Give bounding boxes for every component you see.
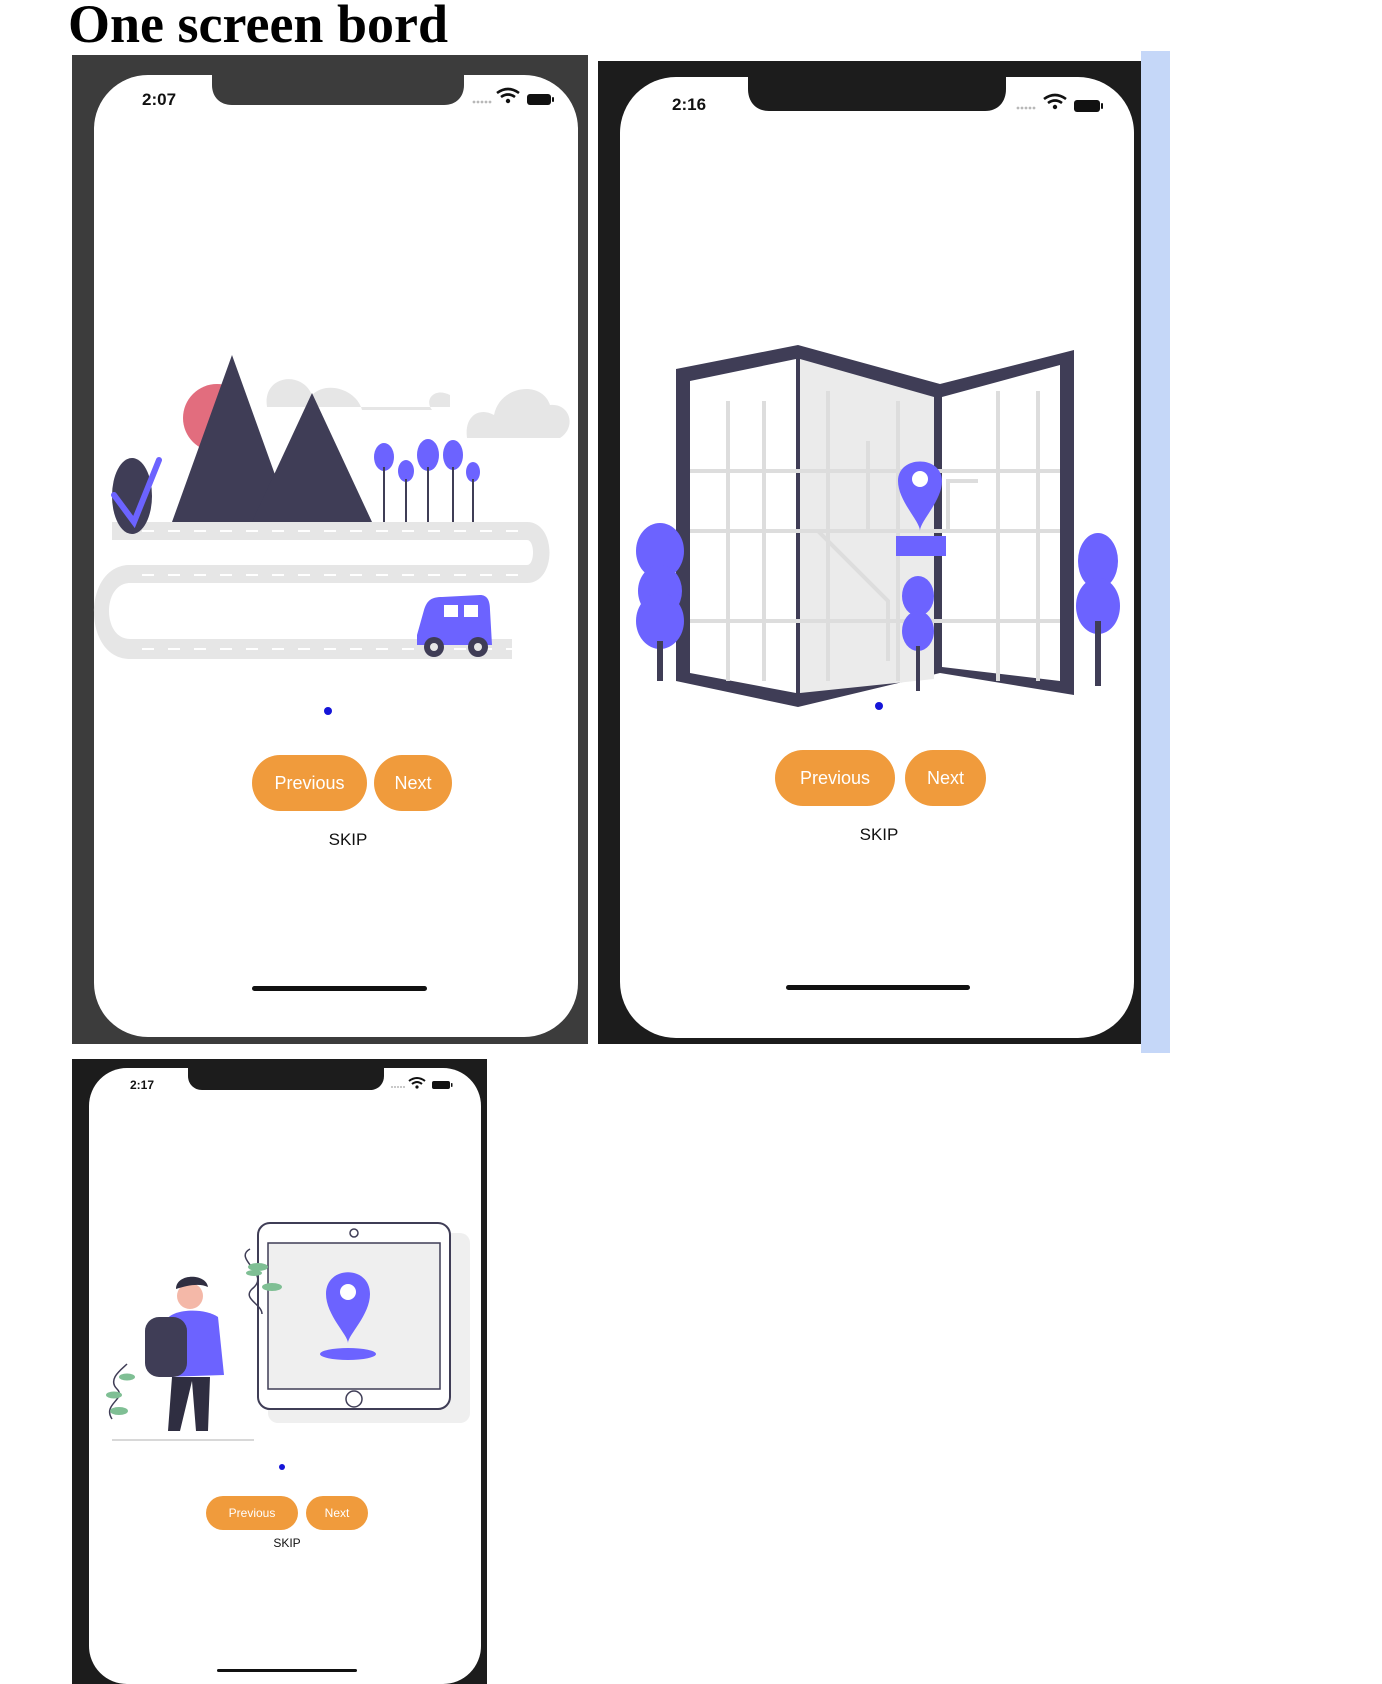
home-indicator (786, 985, 970, 990)
folded-map-pin-illustration (636, 345, 1120, 707)
side-strip (1141, 51, 1170, 1053)
previous-button[interactable]: Previous (206, 1496, 298, 1530)
skip-link[interactable]: SKIP (329, 830, 368, 849)
phone-frame-3: 2:17 Previous Next SKIP (72, 1059, 487, 1684)
battery-icon (527, 94, 554, 105)
next-button[interactable]: Next (306, 1496, 368, 1530)
phone-frame-1: 2:07 Previous Next SKIP (72, 55, 588, 1044)
next-button-label: Next (394, 773, 431, 793)
status-time: 2:17 (130, 1078, 154, 1092)
skip-link[interactable]: SKIP (860, 825, 899, 844)
previous-button-label: Previous (800, 768, 870, 788)
next-button[interactable]: Next (905, 750, 986, 806)
page-indicator-dot (324, 707, 332, 715)
page-indicator-dot (875, 702, 883, 710)
page-title: One screen bord (68, 0, 448, 54)
phone-frame-2: 2:16 Previous Next SKIP (598, 61, 1141, 1044)
screenshot-3: 2:17 Previous Next SKIP (72, 1059, 487, 1684)
previous-button-label: Previous (274, 773, 344, 793)
home-indicator (252, 986, 427, 991)
next-button-label: Next (927, 768, 964, 788)
battery-icon (1074, 100, 1103, 112)
home-indicator (217, 1669, 357, 1672)
page-indicator-dot (279, 1464, 285, 1470)
screenshot-1: 2:07 Previous Next SKIP (72, 55, 588, 1044)
next-button[interactable]: Next (374, 755, 452, 811)
skip-link[interactable]: SKIP (273, 1536, 300, 1550)
status-time: 2:16 (672, 95, 706, 114)
status-time: 2:07 (142, 90, 176, 109)
previous-button-label: Previous (229, 1506, 276, 1520)
screenshot-2: 2:16 Previous Next SKIP (598, 61, 1141, 1044)
notch (748, 77, 1006, 111)
next-button-label: Next (325, 1506, 350, 1520)
previous-button[interactable]: Previous (252, 755, 367, 811)
notch (188, 1068, 384, 1090)
previous-button[interactable]: Previous (775, 750, 895, 806)
battery-icon (432, 1081, 453, 1089)
notch (212, 75, 464, 105)
